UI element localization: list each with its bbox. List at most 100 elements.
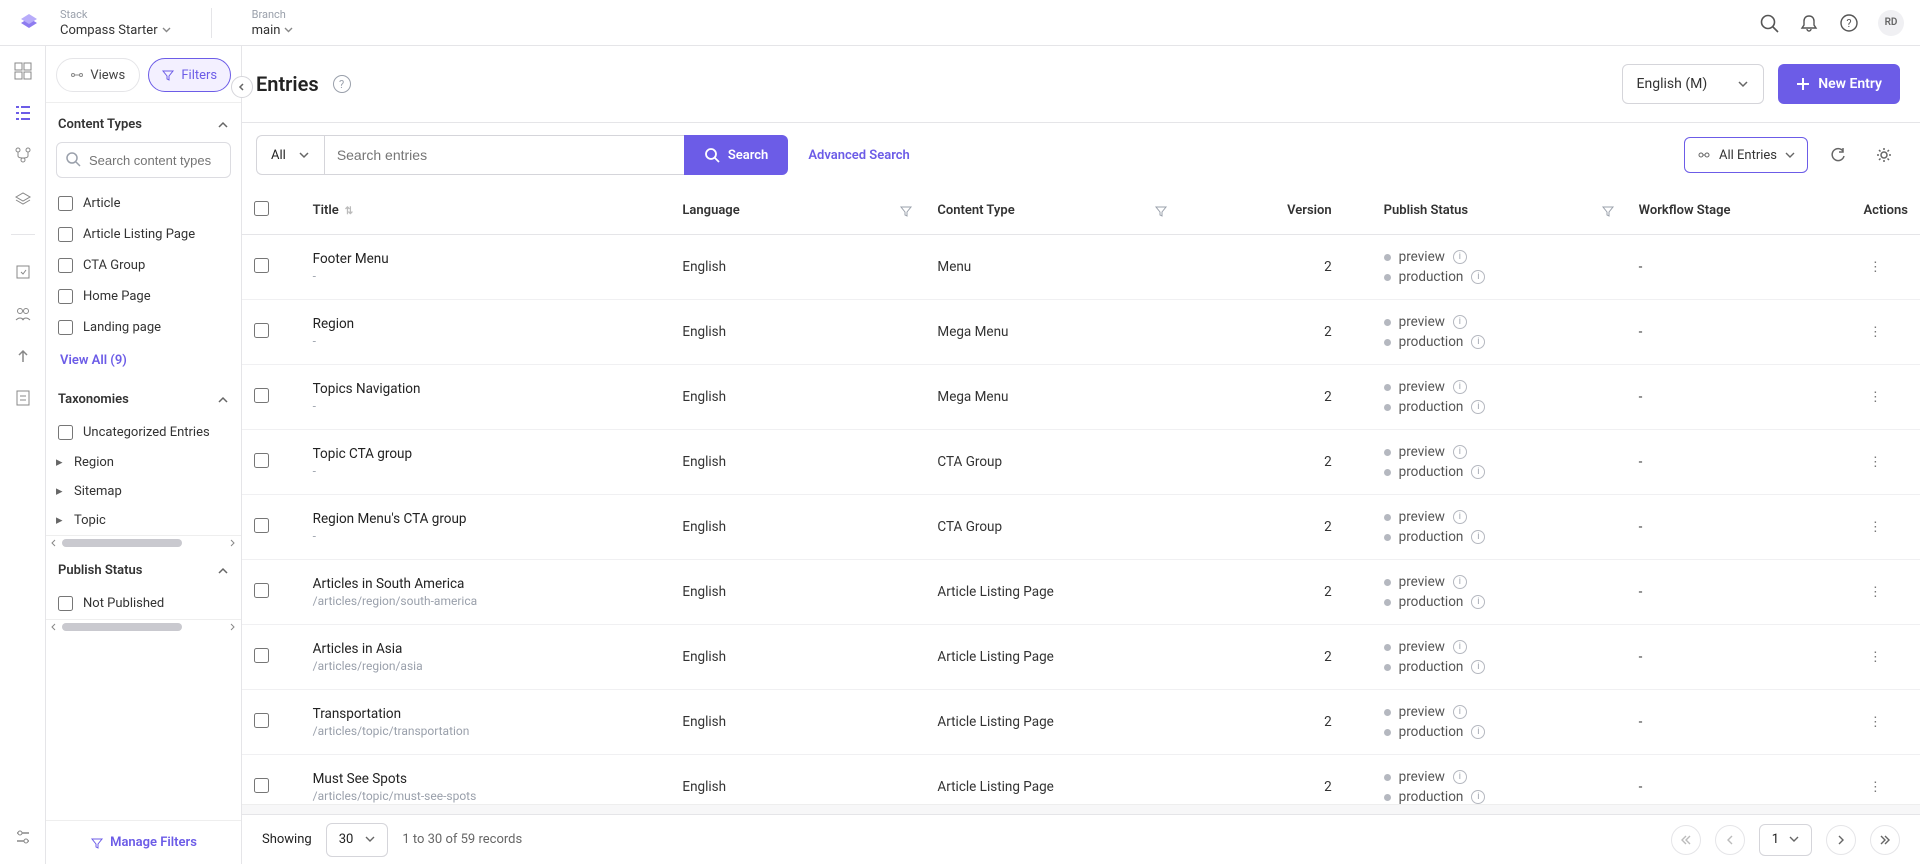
row-checkbox[interactable]	[254, 713, 269, 728]
info-icon[interactable]: i	[1471, 530, 1485, 544]
view-all-link[interactable]: View All (9)	[46, 343, 241, 378]
info-icon[interactable]: i	[1453, 575, 1467, 589]
info-icon[interactable]: i	[1471, 400, 1485, 414]
rail-users-icon[interactable]	[12, 303, 34, 325]
content-type-checkbox[interactable]: Landing page	[46, 312, 241, 343]
info-icon[interactable]: i	[1453, 380, 1467, 394]
row-menu-icon[interactable]: ⋮	[1869, 519, 1883, 535]
taxonomy-item[interactable]: ▸Topic	[46, 506, 241, 535]
row-menu-icon[interactable]: ⋮	[1869, 779, 1883, 795]
row-menu-icon[interactable]: ⋮	[1869, 454, 1883, 470]
rail-entries-icon[interactable]	[12, 102, 34, 124]
refresh-button[interactable]	[1822, 139, 1854, 171]
row-checkbox[interactable]	[254, 583, 269, 598]
next-page-button[interactable]	[1826, 825, 1856, 855]
select-all-checkbox[interactable]	[254, 201, 269, 216]
info-icon[interactable]: i	[1471, 790, 1485, 804]
info-icon[interactable]: i	[1471, 725, 1485, 739]
settings-button[interactable]	[1868, 139, 1900, 171]
rail-tasks-icon[interactable]	[12, 387, 34, 409]
info-icon[interactable]: i	[1453, 770, 1467, 784]
views-tab[interactable]: Views	[56, 58, 140, 92]
search-icon[interactable]	[1758, 12, 1780, 34]
rail-dashboard-icon[interactable]	[12, 60, 34, 82]
help-icon[interactable]: ?	[1838, 12, 1860, 34]
table-row[interactable]: Topics Navigation- English Mega Menu 2 p…	[242, 365, 1920, 430]
rail-publish-icon[interactable]	[12, 345, 34, 367]
taxonomy-item[interactable]: ▸Sitemap	[46, 477, 241, 506]
stack-dropdown[interactable]: Compass Starter	[60, 23, 171, 38]
content-type-checkbox[interactable]: Article Listing Page	[46, 219, 241, 250]
search-input[interactable]	[324, 135, 684, 175]
info-icon[interactable]: i	[1453, 250, 1467, 264]
row-checkbox[interactable]	[254, 778, 269, 793]
all-entries-dropdown[interactable]: All Entries	[1684, 137, 1808, 173]
column-content-type[interactable]: Content Type	[925, 187, 1180, 235]
search-type-dropdown[interactable]: All	[256, 135, 324, 175]
table-row[interactable]: Footer Menu- English Menu 2 previewi pro…	[242, 235, 1920, 300]
new-entry-button[interactable]: New Entry	[1778, 64, 1900, 104]
rail-assets-icon[interactable]	[12, 186, 34, 208]
table-horizontal-scrollbar[interactable]	[242, 804, 1920, 814]
help-icon[interactable]: ?	[333, 75, 351, 93]
info-icon[interactable]: i	[1471, 660, 1485, 674]
row-checkbox[interactable]	[254, 453, 269, 468]
row-checkbox[interactable]	[254, 648, 269, 663]
column-language[interactable]: Language	[670, 187, 925, 235]
uncategorized-checkbox[interactable]: Uncategorized Entries	[46, 417, 241, 448]
avatar[interactable]: RD	[1878, 10, 1904, 36]
not-published-checkbox[interactable]: Not Published	[46, 588, 241, 619]
sidebar-horizontal-scrollbar[interactable]	[46, 619, 241, 633]
info-icon[interactable]: i	[1471, 270, 1485, 284]
info-icon[interactable]: i	[1471, 465, 1485, 479]
row-checkbox[interactable]	[254, 258, 269, 273]
prev-page-button[interactable]	[1715, 825, 1745, 855]
filter-icon[interactable]	[1154, 204, 1168, 218]
row-menu-icon[interactable]: ⋮	[1869, 324, 1883, 340]
column-version[interactable]: Version	[1180, 187, 1371, 235]
table-row[interactable]: Articles in Asia/articles/region/asia En…	[242, 625, 1920, 690]
row-menu-icon[interactable]: ⋮	[1869, 584, 1883, 600]
row-menu-icon[interactable]: ⋮	[1869, 259, 1883, 275]
table-row[interactable]: Region- English Mega Menu 2 previewi pro…	[242, 300, 1920, 365]
content-types-search-input[interactable]	[56, 142, 231, 178]
info-icon[interactable]: i	[1471, 595, 1485, 609]
taxonomy-item[interactable]: ▸Region	[46, 448, 241, 477]
rail-settings-icon[interactable]	[12, 826, 34, 848]
info-icon[interactable]: i	[1453, 640, 1467, 654]
filters-tab[interactable]: Filters	[148, 58, 232, 92]
info-icon[interactable]: i	[1453, 315, 1467, 329]
info-icon[interactable]: i	[1453, 445, 1467, 459]
rail-releases-icon[interactable]	[12, 261, 34, 283]
page-number-dropdown[interactable]: 1	[1759, 824, 1812, 856]
last-page-button[interactable]	[1870, 825, 1900, 855]
row-menu-icon[interactable]: ⋮	[1869, 389, 1883, 405]
app-logo[interactable]	[16, 10, 42, 36]
content-type-checkbox[interactable]: Home Page	[46, 281, 241, 312]
row-menu-icon[interactable]: ⋮	[1869, 649, 1883, 665]
row-checkbox[interactable]	[254, 388, 269, 403]
table-row[interactable]: Transportation/articles/topic/transporta…	[242, 690, 1920, 755]
row-checkbox[interactable]	[254, 323, 269, 338]
content-types-section-header[interactable]: Content Types	[46, 103, 241, 142]
branch-dropdown[interactable]: main	[252, 23, 294, 38]
taxonomies-section-header[interactable]: Taxonomies	[46, 378, 241, 417]
table-row[interactable]: Must See Spots/articles/topic/must-see-s…	[242, 755, 1920, 805]
table-row[interactable]: Topic CTA group- English CTA Group 2 pre…	[242, 430, 1920, 495]
table-row[interactable]: Region Menu's CTA group- English CTA Gro…	[242, 495, 1920, 560]
info-icon[interactable]: i	[1453, 705, 1467, 719]
row-menu-icon[interactable]: ⋮	[1869, 714, 1883, 730]
filter-icon[interactable]	[899, 204, 913, 218]
advanced-search-link[interactable]: Advanced Search	[808, 148, 910, 163]
publish-status-section-header[interactable]: Publish Status	[46, 549, 241, 588]
rail-branches-icon[interactable]	[12, 144, 34, 166]
per-page-dropdown[interactable]: 30	[326, 823, 389, 857]
sidebar-collapse-button[interactable]	[231, 76, 253, 98]
filter-icon[interactable]	[1601, 204, 1615, 218]
table-row[interactable]: Articles in South America/articles/regio…	[242, 560, 1920, 625]
sidebar-horizontal-scrollbar[interactable]	[46, 535, 241, 549]
notifications-icon[interactable]	[1798, 12, 1820, 34]
search-button[interactable]: Search	[684, 135, 789, 175]
content-type-checkbox[interactable]: CTA Group	[46, 250, 241, 281]
language-dropdown[interactable]: English (M)	[1622, 64, 1765, 104]
